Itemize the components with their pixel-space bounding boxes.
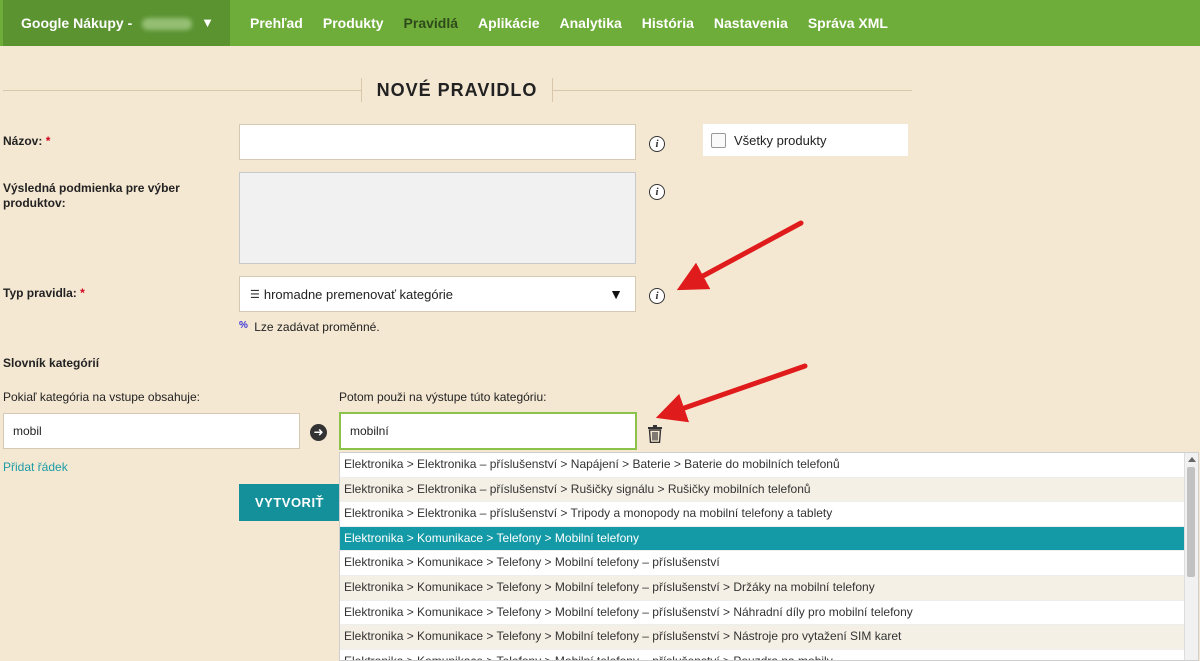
- list-item[interactable]: Elektronika > Komunikace > Telefony > Mo…: [340, 650, 1198, 660]
- annotation-arrow: [676, 220, 804, 291]
- variables-hint-text: Lze zadávat proměnné.: [254, 320, 380, 334]
- add-row-link[interactable]: Přidat řádek: [3, 460, 68, 474]
- list-item[interactable]: Elektronika > Elektronika – příslušenstv…: [340, 453, 1198, 478]
- variables-hint: % Lze zadávat proměnné.: [239, 320, 380, 334]
- input-category-field[interactable]: [3, 413, 300, 449]
- nav-item-pravidla[interactable]: Pravidlá: [404, 0, 458, 46]
- output-column-label: Potom použi na výstupe túto kategóriu:: [339, 390, 547, 404]
- dictionary-title: Slovník kategórií: [3, 356, 100, 370]
- shop-selector[interactable]: Google Nákupy - ▼: [3, 0, 230, 46]
- all-products-label: Všetky produkty: [734, 132, 827, 148]
- nav-item-sprava-xml[interactable]: Správa XML: [808, 0, 888, 46]
- arrow-right-icon: ➜: [310, 424, 327, 441]
- page-title: NOVÉ PRAVIDLO: [376, 80, 538, 100]
- list-item[interactable]: Elektronika > Komunikace > Telefony > Mo…: [340, 575, 1198, 601]
- rule-type-label-text: Typ pravidla:: [3, 286, 77, 300]
- percent-icon: %: [239, 320, 248, 331]
- all-products-option[interactable]: Všetky produkty: [703, 124, 908, 156]
- scroll-up-icon[interactable]: [1188, 457, 1196, 462]
- info-icon[interactable]: i: [649, 184, 665, 200]
- list-item-selected[interactable]: Elektronika > Komunikace > Telefony > Mo…: [340, 526, 1198, 552]
- caret-down-icon: ▼: [201, 15, 214, 30]
- list-item[interactable]: Elektronika > Komunikace > Telefony > Mo…: [340, 625, 1198, 650]
- scrollbar-thumb[interactable]: [1187, 467, 1195, 577]
- required-mark: *: [45, 134, 51, 148]
- nav-item-produkty[interactable]: Produkty: [323, 0, 384, 46]
- create-button[interactable]: VYTVORIŤ: [239, 484, 340, 521]
- rule-type-label: Typ pravidla: *: [3, 286, 85, 300]
- annotation-arrow: [655, 363, 808, 423]
- category-autocomplete-list: Elektronika > Elektronika – příslušenstv…: [339, 452, 1199, 661]
- dropdown-scrollbar[interactable]: [1184, 453, 1198, 660]
- heading-divider-right: [552, 90, 912, 91]
- list-item[interactable]: Elektronika > Elektronika – příslušenstv…: [340, 477, 1198, 503]
- list-item[interactable]: Elektronika > Komunikace > Telefony > Mo…: [340, 551, 1198, 576]
- shop-name-blurred: [142, 18, 193, 31]
- nav-item-analytika[interactable]: Analytika: [560, 0, 622, 46]
- nav-item-aplikacie[interactable]: Aplikácie: [478, 0, 539, 46]
- caret-down-icon: ▼: [609, 286, 623, 302]
- nav-item-nastavenia[interactable]: Nastavenia: [714, 0, 788, 46]
- info-icon[interactable]: i: [649, 136, 665, 152]
- list-item[interactable]: Elektronika > Komunikace > Telefony > Mo…: [340, 601, 1198, 626]
- rule-type-select[interactable]: ☰ hromadne premenovať kategórie ▼: [239, 276, 636, 312]
- main-nav: Prehľad Produkty Pravidlá Aplikácie Anal…: [240, 0, 898, 46]
- all-products-checkbox[interactable]: [711, 132, 726, 148]
- condition-label: Výsledná podmienka pre výber produktov:: [3, 181, 180, 210]
- name-label: Názov: *: [3, 134, 50, 148]
- trash-icon[interactable]: [647, 425, 663, 443]
- info-icon[interactable]: i: [649, 288, 665, 304]
- required-mark: *: [80, 286, 85, 300]
- condition-textarea[interactable]: [239, 172, 636, 264]
- rule-type-value: hromadne premenovať kategórie: [263, 286, 454, 302]
- input-column-label: Pokiaľ kategória na vstupe obsahuje:: [3, 390, 200, 404]
- top-bar: Google Nákupy - ▼ Prehľad Produkty Pravi…: [0, 0, 1200, 46]
- output-category-field[interactable]: [339, 412, 637, 450]
- name-input[interactable]: [239, 124, 636, 160]
- list-item[interactable]: Elektronika > Elektronika – příslušenstv…: [340, 502, 1198, 527]
- heading-divider-left: [3, 90, 361, 91]
- nav-item-historia[interactable]: História: [642, 0, 694, 46]
- name-label-text: Názov:: [3, 134, 43, 148]
- nav-item-prehlad[interactable]: Prehľad: [250, 0, 303, 46]
- shop-name: Google Nákupy -: [21, 15, 133, 31]
- list-icon: ☰: [250, 288, 260, 301]
